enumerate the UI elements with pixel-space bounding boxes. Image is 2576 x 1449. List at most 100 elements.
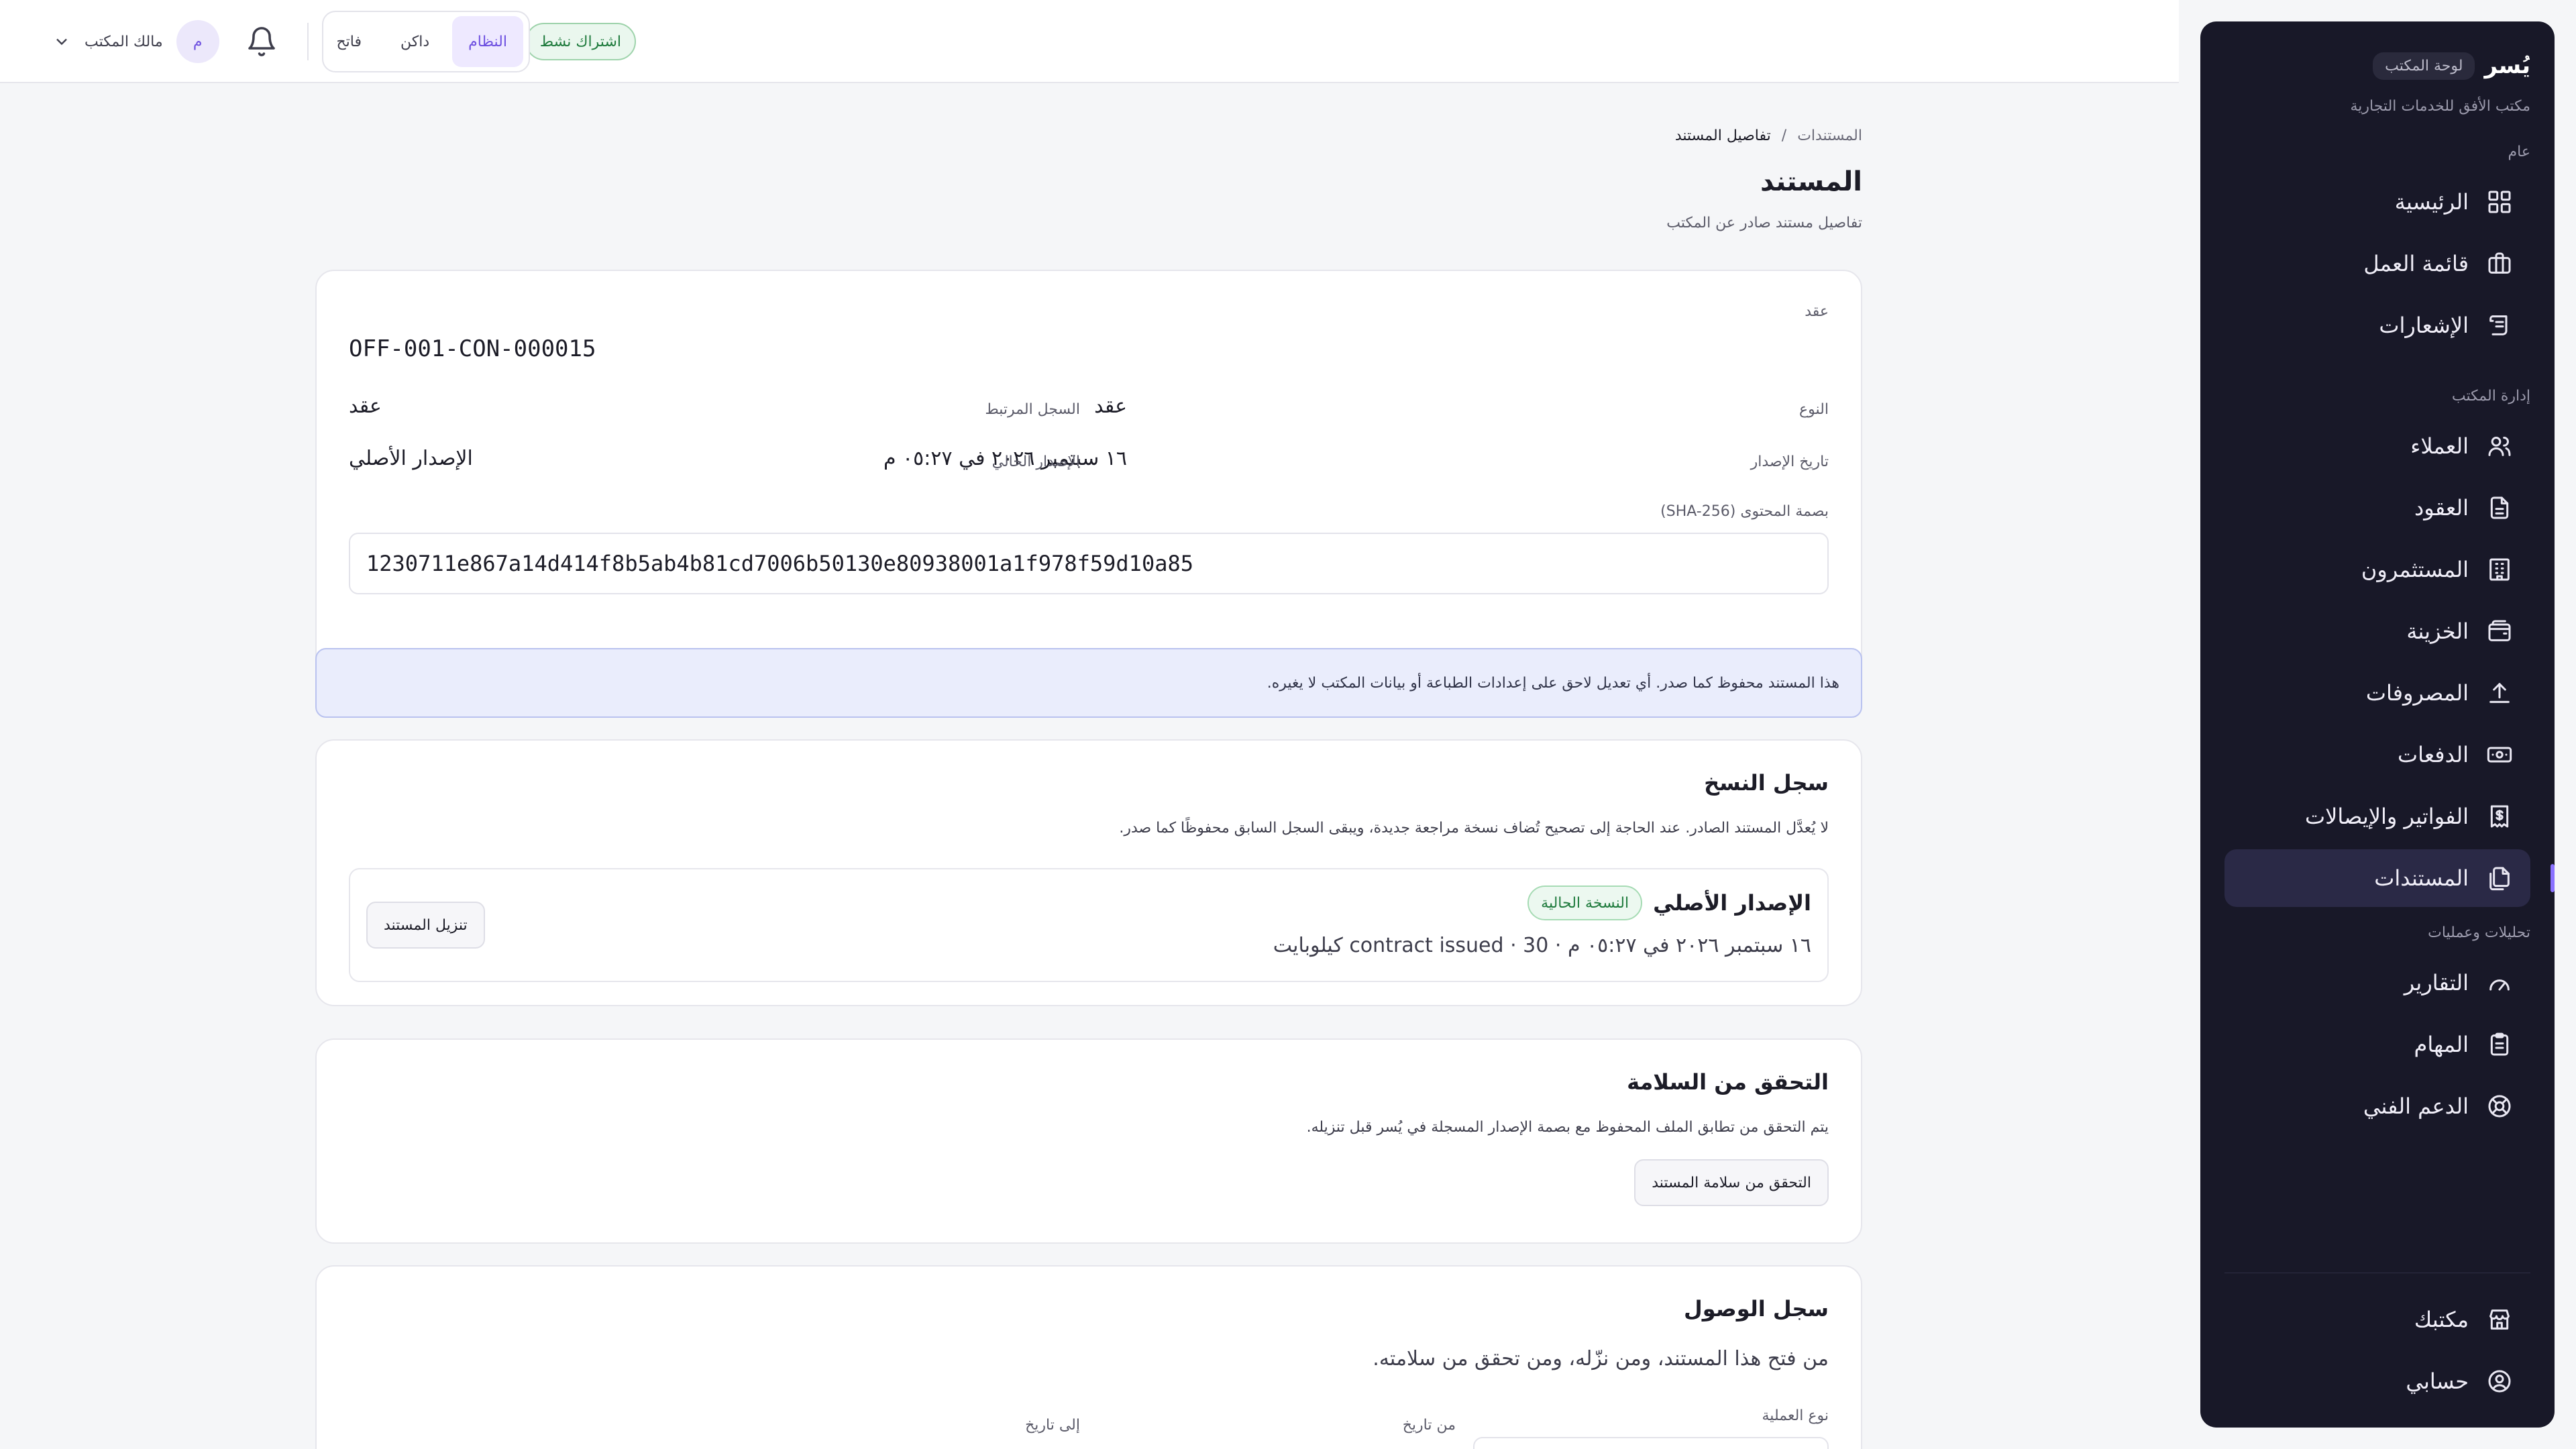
sidebar-item-label: المصروفات [2365, 680, 2469, 706]
brand-tag: لوحة المكتب [2373, 52, 2475, 80]
operation-type-label: نوع العملية [1762, 1407, 1829, 1424]
chevron-down-icon [52, 32, 71, 51]
current-version-label: الإصدار الحالي [991, 453, 1080, 470]
sidebar-item-documents[interactable]: المستندات [2224, 849, 2555, 907]
section-analytics: تحليلات وعمليات [2428, 924, 2530, 941]
notifications-button[interactable] [246, 25, 278, 58]
theme-option-light[interactable]: فاتح [320, 16, 378, 67]
sidebar-footer: مكتبك حسابي [2224, 1273, 2530, 1414]
sidebar-item-label: المستثمرون [2361, 557, 2469, 582]
user-circle-icon [2488, 1370, 2511, 1393]
version-history-title: سجل النسخ [1704, 770, 1829, 796]
sidebar-item-reports[interactable]: التقارير [2224, 954, 2530, 1012]
current-version-value: الإصدار الأصلي [349, 447, 473, 470]
sidebar-item-label: الرئيسية [2394, 189, 2469, 215]
sidebar-item-label: الدعم الفني [2363, 1093, 2469, 1119]
sidebar-item-investors[interactable]: المستثمرون [2224, 541, 2530, 598]
sidebar-item-label: الفواتير والإيصالات [2304, 804, 2469, 829]
integrity-description: يتم التحقق من تطابق الملف المحفوظ مع بصم… [1306, 1119, 1829, 1136]
sidebar-item-tasks[interactable]: المهام [2224, 1016, 2530, 1073]
subscription-badge: اشتراك نشط [525, 23, 636, 60]
brand-row: يُسر لوحة المكتب [2224, 38, 2530, 94]
version-item: الإصدار الأصلي النسخة الحالية ١٦ سبتمبر … [349, 868, 1829, 982]
version-history-description: لا يُعدَّل المستند الصادر. عند الحاجة إل… [1119, 820, 1829, 837]
from-date-label: من تاريخ [1402, 1417, 1456, 1434]
verify-integrity-button[interactable]: التحقق من سلامة المستند [1634, 1159, 1829, 1206]
scroll-list-icon [2489, 315, 2508, 335]
building-icon [2489, 558, 2510, 581]
breadcrumb-parent[interactable]: المستندات [1797, 127, 1862, 144]
breadcrumb-current: تفاصيل المستند [1674, 127, 1771, 144]
brand-logo[interactable]: يُسر [2484, 52, 2530, 79]
theme-option-system[interactable]: النظام [452, 16, 523, 67]
sidebar-item-clients[interactable]: العملاء [2224, 417, 2530, 475]
sidebar-item-label: العقود [2414, 495, 2469, 521]
sidebar-item-label: المهام [2414, 1032, 2469, 1057]
sidebar-item-label: الدفعات [2397, 742, 2469, 767]
hash-label: بصمة المحتوى (SHA-256) [1660, 503, 1829, 520]
sidebar-item-invoices[interactable]: الفواتير والإيصالات [2224, 788, 2530, 845]
sidebar-item-support[interactable]: الدعم الفني [2224, 1077, 2530, 1135]
theme-option-dark[interactable]: داكن [384, 16, 445, 67]
sidebar-item-my-account[interactable]: حسابي [2224, 1352, 2530, 1410]
section-general: عام [2508, 143, 2530, 160]
integrity-title: التحقق من السلامة [1627, 1069, 1829, 1095]
sidebar-item-label: قائمة العمل [2363, 251, 2469, 276]
linked-record-label: السجل المرتبط [985, 401, 1080, 418]
sidebar-item-label: التقارير [2404, 970, 2469, 996]
sidebar-item-home[interactable]: الرئيسية [2224, 173, 2530, 231]
integrity-card: التحقق من السلامة يتم التحقق من تطابق ال… [315, 1038, 1862, 1244]
sidebar-item-label: الخزينة [2406, 619, 2469, 644]
sidebar: يُسر لوحة المكتب مكتب الأفق للخدمات التج… [2200, 21, 2555, 1428]
page-title: المستند [1760, 166, 1862, 197]
files-icon [2489, 867, 2510, 891]
main-content: المستندات / تفاصيل المستند المستند تفاصي… [315, 83, 1862, 1449]
access-log-title: سجل الوصول [1683, 1296, 1829, 1322]
sidebar-item-treasury[interactable]: الخزينة [2224, 602, 2530, 660]
topbar: اشتراك نشط النظام داكن فاتح م مالك المكت… [0, 0, 2179, 83]
breadcrumb: المستندات / تفاصيل المستند [1675, 127, 1862, 144]
upload-icon [2489, 683, 2510, 703]
document-number: OFF-001-CON-000015 [349, 335, 596, 362]
user-role: مالك المكتب [85, 33, 163, 50]
to-date-label: إلى تاريخ [1025, 1417, 1080, 1434]
document-summary-card: عقد OFF-001-CON-000015 النوع عقد السجل ا… [315, 270, 1862, 711]
operation-type-select[interactable] [1473, 1437, 1829, 1449]
sidebar-item-payments[interactable]: الدفعات [2224, 726, 2530, 784]
avatar: م [176, 20, 219, 63]
section-office-management: إدارة المكتب [2451, 387, 2530, 405]
sidebar-item-my-office[interactable]: مكتبك [2224, 1291, 2530, 1348]
document-kind: عقد [1805, 303, 1829, 320]
dashboard-icon [2488, 191, 2511, 213]
wallet-icon [2488, 620, 2511, 641]
user-menu[interactable]: م مالك المكتب [52, 20, 219, 63]
lifebuoy-icon [2488, 1095, 2511, 1118]
download-document-button[interactable]: تنزيل المستند [366, 902, 485, 949]
sidebar-item-contracts[interactable]: العقود [2224, 479, 2530, 537]
type-label: النوع [1799, 401, 1829, 418]
access-log-description: من فتح هذا المستند، ومن نزّله، ومن تحقق … [1373, 1347, 1829, 1371]
sidebar-item-label: مكتبك [2414, 1307, 2469, 1332]
issue-date-label: تاريخ الإصدار [1750, 453, 1829, 470]
sidebar-item-label: حسابي [2406, 1368, 2469, 1394]
current-version-badge: النسخة الحالية [1527, 885, 1643, 920]
sidebar-item-label: الإشعارات [2379, 313, 2469, 338]
users-icon [2488, 437, 2511, 456]
office-name: مكتب الأفق للخدمات التجارية [2350, 98, 2530, 115]
version-name: الإصدار الأصلي [1653, 890, 1811, 916]
linked-record-value[interactable]: عقد [349, 394, 382, 418]
sidebar-item-label: المستندات [2374, 865, 2469, 891]
banknote-icon [2487, 747, 2512, 763]
breadcrumb-separator: / [1781, 127, 1787, 144]
type-value: عقد [1094, 394, 1127, 418]
version-meta: ١٦ سبتمبر ٢٠٢٦ في ٠٥:٢٧ م · contract iss… [1273, 934, 1811, 957]
version-heading: الإصدار الأصلي النسخة الحالية [1527, 885, 1811, 920]
sidebar-item-label: العملاء [2410, 433, 2469, 459]
page-subtitle: تفاصيل مستند صادر عن المكتب [1666, 215, 1862, 231]
sidebar-item-work-queue[interactable]: قائمة العمل [2224, 235, 2530, 292]
access-log-card: سجل الوصول من فتح هذا المستند، ومن نزّله… [315, 1265, 1862, 1449]
hash-field[interactable]: 1230711e867a14d414f8b5ab4b81cd7006b50130… [349, 533, 1829, 594]
sidebar-item-expenses[interactable]: المصروفات [2224, 664, 2530, 722]
sidebar-item-notifications[interactable]: الإشعارات [2224, 297, 2530, 354]
store-icon [2489, 1309, 2510, 1330]
